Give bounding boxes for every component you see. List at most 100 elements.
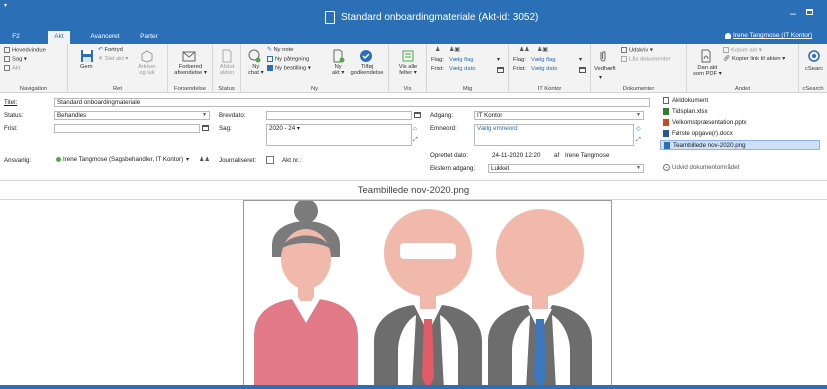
titel-field[interactable]: Standard onboardingmateriale [54,98,650,107]
ny-bestilling-button[interactable]: Ny bestilling ▾ [267,65,311,72]
document-icon [325,11,335,24]
document-item[interactable]: Aktdokument [663,96,708,106]
laas-dokumenter-button[interactable]: Lås dokumenter [621,56,671,63]
sag-label: Sag: [219,125,232,132]
window-title: Standard onboardingmateriale (Akt-id: 30… [341,12,539,23]
tab-f2[interactable]: F2 [6,31,26,44]
frist-field[interactable] [54,124,200,133]
forbered-afsendelse-button[interactable]: Forbered afsendelse ▾ [172,64,209,76]
ansvarlig-select[interactable]: Irene Tangmose (Sagsbehandler, IT Kontor… [54,156,194,165]
oprettet-value: 24-11-2020 12:20 [492,152,541,159]
vedhaeft-button[interactable]: Vedhæft [594,66,616,72]
frist-calendar-icon[interactable] [202,125,209,131]
brevdato-field[interactable] [266,111,412,120]
people-picker-icon[interactable]: ♟♟ [199,156,210,163]
emneord-label: Emneord: [430,125,457,132]
sag-expand-icon[interactable]: ⤢ [413,136,418,144]
mig-flag-select[interactable]: Vælg flag [449,57,474,63]
chevron-down-icon: ▼ [636,112,641,118]
akt-button[interactable]: Akt [4,65,20,72]
ny-akt-button[interactable]: Ny akt ▾ [332,64,344,76]
group-label-ret: Ret [112,86,123,92]
powerpoint-icon [663,118,669,126]
slet-akt-button[interactable]: ✕ Slet akt ▾ [98,56,128,62]
pdf-icon [701,49,711,63]
user-icon [725,33,731,39]
preview-image-frame [243,199,612,389]
preview-title: Teambillede nov-2020.png [0,180,827,200]
window-menu-caret[interactable]: ▾ [4,2,7,9]
ekstern-adgang-select[interactable]: Lukket ▼ [488,164,644,173]
kopier-akt-button[interactable]: Kopier akt ▾ [723,47,762,54]
sag-field[interactable]: 2020 - 24 ▾ [266,124,412,146]
itk-flag-dropdown[interactable]: ▾ [579,57,582,63]
case-icon [4,56,10,62]
tab-parter[interactable]: Parter [138,31,160,44]
expand-documents-button[interactable]: ⌄ Udvid dokumentområdet [663,164,739,171]
document-item[interactable]: Velkomstpræsentation.pptx [663,118,747,128]
itk-calendar-icon[interactable] [579,67,586,73]
dan-pdf-button[interactable]: Dan akt som PDF ▾ [693,65,722,77]
ribbon-tabs: F2 Akt Avanceret Parter Irene Tangmose (… [0,30,827,44]
titel-label: Titel: [4,99,18,106]
chevron-down-icon: ▼ [202,112,207,118]
bestilling-icon [267,65,273,71]
emneord-field[interactable]: Vælg emneord [474,124,634,146]
archive-icon [141,50,153,63]
emneord-expand-icon[interactable]: ⤢ [636,136,641,144]
itk-frist-date[interactable]: Vælg dato [531,66,557,72]
document-item[interactable]: Tidsplan.xlsx [663,107,708,117]
group-label-navigation: Navigation [19,86,48,92]
adgang-select[interactable]: IT Kontor ▼ [474,111,644,120]
afslut-akten-button[interactable]: Afslut akten [217,64,237,76]
vis-alle-felter-button[interactable]: Vis alle felter ▾ [393,64,423,76]
group-label-ny: Ny [310,86,319,92]
adgang-label: Adgang: [430,112,454,119]
group-ret: Gem ↶ Fortryd ✕ Slet akt ▾ Arkiver og luk… [68,44,168,93]
arkiver-button[interactable]: Arkiver og luk [138,64,156,76]
ansvarlig-dropdown[interactable]: ▾ [186,156,189,163]
image-icon [664,141,670,149]
finish-doc-icon [222,49,232,63]
fortryd-button[interactable]: ↶ Fortryd [98,47,123,53]
group-navigation: Hovedvindue Sag ▾ Akt Navigation [0,44,68,93]
ny-note-button[interactable]: ✎ Ny note [267,47,293,53]
sag-picker-icon[interactable]: ⌂ [413,125,417,132]
journaliseret-checkbox[interactable] [266,156,274,164]
group-forsendelse: Forbered afsendelse ▾ Forsendelse [168,44,213,93]
group-label-forsendelse: Forsendelse [174,86,206,92]
ny-chat-button[interactable]: Ny chat ▾ [248,64,263,76]
status-select[interactable]: Behandles ▼ [54,111,210,120]
kopier-link-button[interactable]: 🔗︎ Kopier link til akten ▾ [723,56,785,62]
csearch-button[interactable]: cSearc [805,66,823,72]
oprettet-label: Oprettet dato: [430,152,468,159]
tag-icon[interactable]: ◇ [636,125,641,132]
mig-calendar-icon[interactable] [497,67,504,73]
akt-form: Titel: Standard onboardingmateriale Stat… [0,94,655,178]
team-picture-image [254,199,592,389]
itk-flag-select[interactable]: Vælg flag [531,57,556,63]
tilfoej-godkendelse-button[interactable]: Tilføj godkendelse [349,64,385,76]
document-item[interactable]: Første opgave(r).docx [663,129,733,139]
mig-frist-date[interactable]: Vælg dato [449,66,475,72]
brevdato-calendar-icon[interactable] [414,112,421,118]
gem-button[interactable]: Gem [80,64,93,70]
tab-akt[interactable]: Akt [48,31,70,44]
hovedvindue-button[interactable]: Hovedvindue [4,47,46,54]
tab-avanceret[interactable]: Avanceret [88,31,122,44]
minimize-button[interactable]: – [790,8,796,20]
preview-area [0,199,827,389]
new-doc-icon [333,49,345,63]
sag-button[interactable]: Sag ▾ [4,56,27,63]
group-label-it-kontor: IT Kontor [537,86,562,92]
user-link[interactable]: Irene Tangmose (IT Kontor) [733,32,812,39]
mig-flag-dropdown[interactable]: ▾ [497,57,500,63]
paategning-icon [267,56,273,62]
frist-label: Frist: [4,125,18,132]
udskriv-button[interactable]: Udskriv ▾ [621,47,653,54]
document-item-selected[interactable]: Teambillede nov-2020.png [660,140,820,150]
maximize-button[interactable] [806,9,813,15]
vedhaeft-dropdown[interactable]: ▾ [599,75,602,81]
ny-paategning-button[interactable]: Ny påtegning [267,56,309,63]
mig-flag-label: Flag: [431,57,444,63]
